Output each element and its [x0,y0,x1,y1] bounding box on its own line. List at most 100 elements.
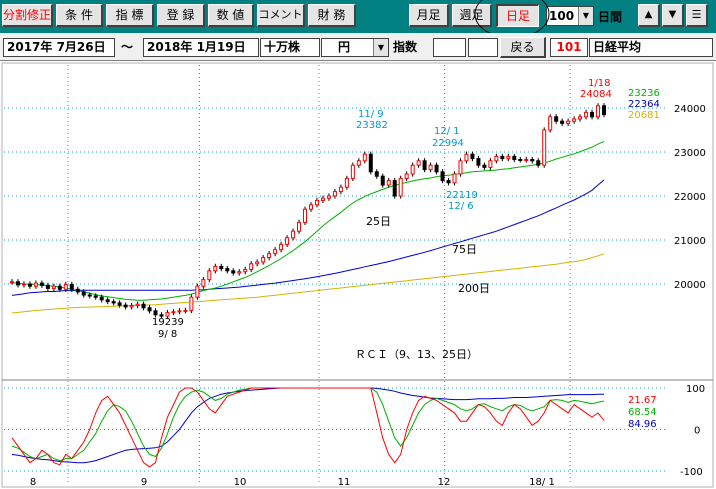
candle [297,221,302,232]
chevron-down-icon[interactable]: ▼ [578,7,593,25]
candle [566,120,571,124]
candle [434,164,439,173]
candle [57,285,62,290]
candle [39,282,44,286]
annotation-value-5: 19239 [152,317,184,328]
month-tick-label: 8 [30,477,36,488]
candle [470,153,475,160]
rci25-value: 84.96 [628,419,657,430]
financial-button[interactable]: 財 務 [308,4,356,27]
candle [362,153,367,162]
up-arrow-icon[interactable]: ▲ [638,4,660,27]
candle [428,164,433,171]
candle [69,283,74,290]
ma25-value: 23236 [628,88,660,99]
indicator-button[interactable]: 指 標 [106,4,154,27]
candle [314,199,319,206]
candle [518,158,523,161]
candle [267,253,272,259]
stock-code-field[interactable]: 101 [550,38,588,57]
candle [255,261,260,265]
candle [117,302,122,306]
monthly-button[interactable]: 月足 [409,4,449,27]
back-button[interactable]: 戻る [500,37,546,58]
annotation-date-1: 1/18 [588,78,610,89]
candle [356,160,361,166]
price-tick-label: 21000 [674,236,706,247]
register-button[interactable]: 登 録 [157,4,205,27]
currency-select[interactable]: 円 ▼ [321,38,389,57]
candle [10,281,14,284]
candle [338,186,343,193]
split-correction-button[interactable]: 分割修正 [2,4,53,27]
index-field-1[interactable] [433,38,466,57]
candle [159,314,164,317]
candle [33,282,38,287]
candle [596,105,601,118]
rci13-value: 68.54 [628,407,657,418]
candle [392,180,397,197]
candle [380,175,385,186]
candle [326,195,331,199]
candle [308,204,313,210]
candle [129,305,134,308]
month-tick-label: 9 [141,477,147,488]
candle [452,173,457,184]
index-label: 指数 [393,40,418,54]
candle [332,191,337,197]
annotation-date-3: 12/ 1 [434,126,460,137]
candle [225,268,230,272]
main-toolbar: 分割修正 条 件 指 標 登 録 数 値 コメント 財 務 月足 週足 日足 1… [0,0,716,33]
annotation-value-2: 23382 [356,120,388,131]
days-count-select[interactable]: 100 ▼ [546,6,594,26]
candle [530,158,535,162]
candle [458,160,463,175]
candle [111,301,116,304]
candle [135,303,140,307]
candle [81,291,86,296]
candle [195,285,200,298]
candle [219,265,224,270]
ma200-value: 20681 [628,110,660,121]
candle [320,197,325,201]
candle [273,249,278,255]
candle [243,268,248,273]
chevron-down-icon[interactable]: ▼ [373,39,388,56]
candle [494,155,499,162]
candle [99,296,104,301]
menu-icon[interactable]: ☰ [686,4,708,27]
currency-value: 円 [338,40,351,54]
rci-tick-label: -100 [680,467,703,478]
candle [344,177,349,188]
days-count-value: 100 [549,9,575,23]
candle [554,116,559,122]
date-from-field[interactable]: 2017年 7月26日 [3,38,115,57]
candle [416,160,421,166]
candle [476,158,481,166]
price-chart: 20000 21000 22000 23000 24000 100 0 -100 8 9 10 1… [0,61,716,489]
rci-tick-label: 0 [694,426,700,437]
comment-button[interactable]: コメント [257,4,305,27]
condition-button[interactable]: 条 件 [56,4,103,27]
candle [350,164,355,179]
values-button[interactable]: 数 値 [208,4,254,27]
ma75-label: 75日 [452,243,477,256]
down-arrow-icon[interactable]: ▼ [662,4,684,27]
candle [440,171,445,182]
candle [524,158,529,161]
candle [578,116,583,120]
candle [15,281,20,286]
candle [512,155,517,160]
date-to-field[interactable]: 2018年 1月19日 [143,38,259,57]
days-unit-label: 日間 [598,10,623,24]
candle [422,160,427,171]
index-field-2[interactable] [468,38,498,57]
candle [602,105,606,116]
stock-chart-window: { "toolbar": { "buttons": [ {"label":"分割… [0,0,716,489]
candle [584,111,589,118]
rci-title: ＲＣＩ（9、13、25日） [355,348,478,361]
candle [500,155,505,160]
candle [105,299,110,303]
candle [410,164,415,175]
candle [285,237,290,245]
